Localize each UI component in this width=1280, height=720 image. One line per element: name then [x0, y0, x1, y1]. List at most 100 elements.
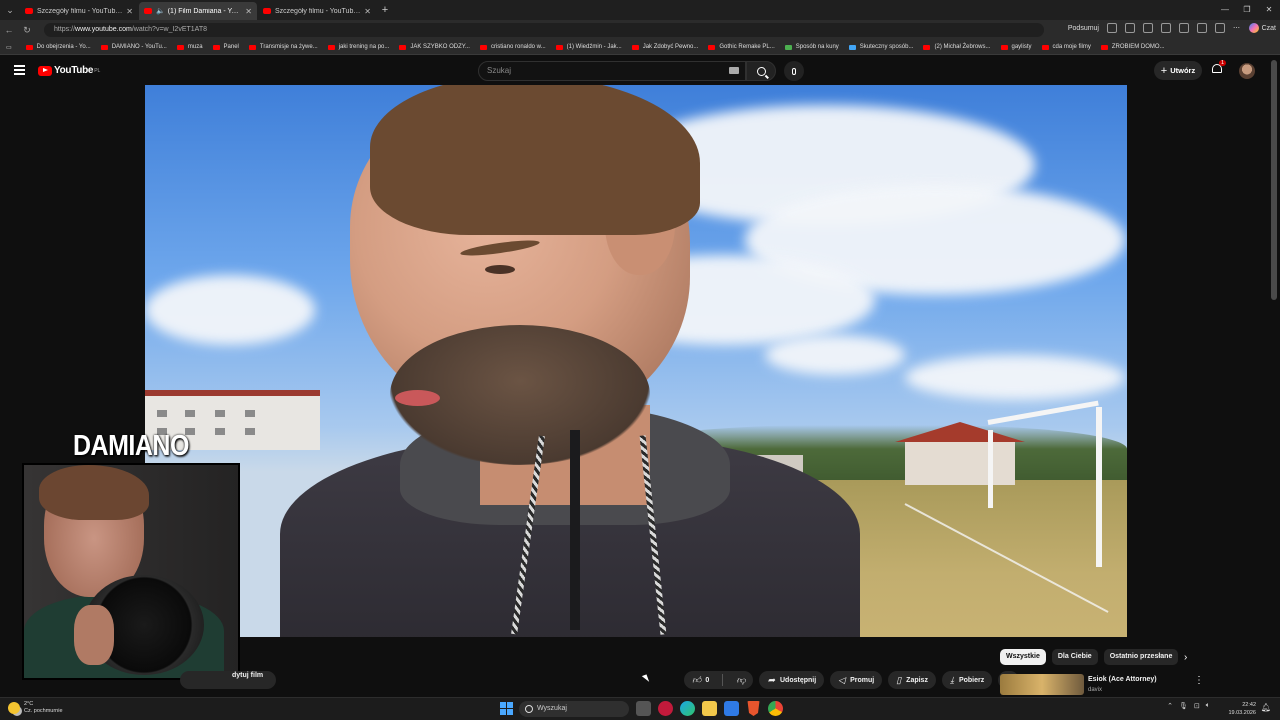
bookmark-favicon-icon: [923, 44, 931, 50]
search-button[interactable]: [746, 61, 776, 81]
bookmarks-menu-icon[interactable]: ▭: [6, 44, 12, 51]
bookmark-favicon-icon: [248, 44, 256, 50]
minimize-icon[interactable]: —: [1214, 0, 1236, 20]
split-screen-icon[interactable]: [1161, 23, 1171, 33]
recommendation-title[interactable]: Esiok (Ace Attorney): [1088, 676, 1157, 683]
restore-icon[interactable]: ❐: [1236, 0, 1258, 20]
chip-for-you[interactable]: Dla Ciebie: [1051, 649, 1098, 665]
store-icon[interactable]: [724, 701, 739, 716]
webcam-name-label: DAMIANO: [73, 429, 189, 463]
favorite-icon[interactable]: [1125, 23, 1135, 33]
bookmark-item[interactable]: Do obejrzenia - Yo...: [25, 44, 91, 50]
copilot-label: Czat: [1261, 24, 1276, 32]
collections-icon[interactable]: [1179, 23, 1189, 33]
speaker-icon[interactable]: 🔈: [156, 7, 165, 15]
voice-search-button[interactable]: [784, 61, 804, 81]
bookmark-favicon-icon: [1041, 44, 1049, 50]
profile-icon[interactable]: [1215, 23, 1225, 33]
bookmark-item[interactable]: Transmisje na żywe...: [248, 44, 318, 50]
volume-icon[interactable]: 🔈︎: [1206, 702, 1210, 710]
chrome-icon[interactable]: [768, 701, 783, 716]
edge-icon[interactable]: [680, 701, 695, 716]
downloads-icon[interactable]: [1197, 23, 1207, 33]
new-tab-button[interactable]: +: [377, 4, 393, 16]
bookmark-item[interactable]: Gothic Remake PL...: [708, 44, 775, 50]
url-field[interactable]: https://www.youtube.com/watch?v=w_I2vET1…: [44, 23, 1044, 37]
search-input[interactable]: Szukaj: [478, 61, 746, 81]
more-vertical-icon[interactable]: ⋮: [1194, 675, 1204, 686]
youtube-logo[interactable]: YouTube PL: [38, 65, 100, 76]
system-clock[interactable]: 22:42 19.03.2026: [1228, 701, 1256, 717]
promote-button[interactable]: ◁ Promuj: [830, 671, 883, 689]
keyboard-icon[interactable]: [729, 67, 739, 74]
chip-all[interactable]: Wszystkie: [1000, 649, 1046, 665]
file-explorer-icon[interactable]: [702, 701, 717, 716]
bookmark-item[interactable]: (2) Michał Żebrows...: [923, 44, 991, 50]
bookmark-favicon-icon: [848, 44, 856, 50]
bookmark-item[interactable]: DAMIANO - YouTu...: [100, 44, 167, 50]
bookmark-item[interactable]: ZROBIEM DOMO...: [1100, 44, 1165, 50]
bookmark-item[interactable]: (1) Wiedźmin - Jak...: [555, 44, 622, 50]
chevron-right-icon[interactable]: ›: [1184, 652, 1187, 663]
task-view-icon[interactable]: [636, 701, 651, 716]
tray-mic-icon[interactable]: 🎙︎: [1179, 702, 1188, 710]
notifications-button[interactable]: 1: [1212, 60, 1227, 76]
close-tab-icon[interactable]: ✕: [245, 7, 252, 16]
bookmark-item[interactable]: muza: [176, 44, 203, 50]
extensions-icon[interactable]: [1143, 23, 1153, 33]
download-button[interactable]: ⤓ Pobierz: [941, 671, 993, 689]
save-button[interactable]: ▯ Zapisz: [888, 671, 936, 689]
avatar[interactable]: [1239, 63, 1255, 79]
chip-recently-uploaded[interactable]: Ostatnio przesłane: [1103, 649, 1179, 665]
close-window-icon[interactable]: ✕: [1258, 0, 1280, 20]
tab-actions-icon[interactable]: ⌄: [0, 0, 20, 20]
create-button[interactable]: + Utwórz: [1154, 61, 1202, 80]
reader-mode-icon[interactable]: [1107, 23, 1117, 33]
bookmark-item[interactable]: gaylisty: [1000, 44, 1032, 50]
bookmark-item[interactable]: cristiano ronaldo w...: [479, 44, 546, 50]
weather-widget[interactable]: 2°C Cz. pochmurnie: [8, 701, 63, 715]
bookmark-item[interactable]: cda moje filmy: [1041, 44, 1091, 50]
close-tab-icon[interactable]: ✕: [126, 7, 133, 16]
menu-icon[interactable]: [14, 65, 25, 75]
brave-icon[interactable]: [747, 701, 760, 716]
bookmark-favicon-icon: [176, 44, 184, 50]
browser-tab-3[interactable]: Szczegóły filmu - YouTube Studio ✕: [258, 2, 376, 20]
recommendation-channel[interactable]: davix: [1088, 687, 1102, 693]
bookmark-item[interactable]: JAK SZYBKO ODZY...: [399, 44, 470, 50]
megaphone-icon: ◁: [838, 674, 846, 685]
bookmark-favicon-icon: [100, 44, 108, 50]
network-icon[interactable]: ⊡: [1194, 702, 1200, 710]
page-scrollbar[interactable]: [1271, 60, 1277, 300]
browser-tab-2[interactable]: 🔈 (1) Film Damiana - YouTube ✕: [139, 2, 257, 20]
notification-bell-icon[interactable]: 🔔︎: [1261, 703, 1271, 712]
opera-icon[interactable]: [658, 701, 673, 716]
bookmark-item[interactable]: Skuteczny sposób...: [848, 44, 913, 50]
close-tab-icon[interactable]: ✕: [364, 7, 371, 16]
taskbar-search[interactable]: Wyszukaj: [519, 701, 629, 717]
video-player[interactable]: [145, 85, 1127, 637]
bookmark-item[interactable]: jaki trening na po...: [327, 44, 389, 50]
bookmark-item[interactable]: Jak Zdobyć Pewno...: [631, 44, 698, 50]
bookmark-favicon-icon: [479, 44, 487, 50]
bookmark-favicon-icon: [327, 44, 335, 50]
more-options-icon[interactable]: ⋯: [1233, 24, 1240, 32]
edit-video-button[interactable]: dytuj film: [232, 672, 263, 679]
back-icon[interactable]: ←: [0, 25, 18, 35]
country-code: PL: [94, 67, 101, 74]
windows-start-icon[interactable]: [500, 702, 513, 715]
bookmark-label: cda moje filmy: [1052, 44, 1091, 50]
tray-chevron-icon[interactable]: ⌃: [1167, 702, 1173, 710]
summarize-button[interactable]: Podsumuj: [1068, 25, 1099, 32]
bookmark-label: Gothic Remake PL...: [719, 44, 775, 50]
recommendation-thumbnail[interactable]: [1000, 674, 1084, 695]
bookmark-item[interactable]: Sposób na kuny: [784, 44, 839, 50]
browser-tab-1[interactable]: Szczegóły filmu - YouTube Studio ✕: [20, 2, 138, 20]
bookmark-item[interactable]: Panel: [212, 44, 239, 50]
share-button[interactable]: ➦ Udostępnij: [759, 671, 825, 689]
window-controls: — ❐ ✕: [1214, 0, 1280, 20]
reload-icon[interactable]: ↻: [18, 25, 36, 36]
like-button[interactable]: 👍︎ 0: [684, 671, 717, 689]
copilot-button[interactable]: Czat: [1248, 23, 1276, 33]
dislike-button[interactable]: 👎︎: [728, 671, 753, 689]
